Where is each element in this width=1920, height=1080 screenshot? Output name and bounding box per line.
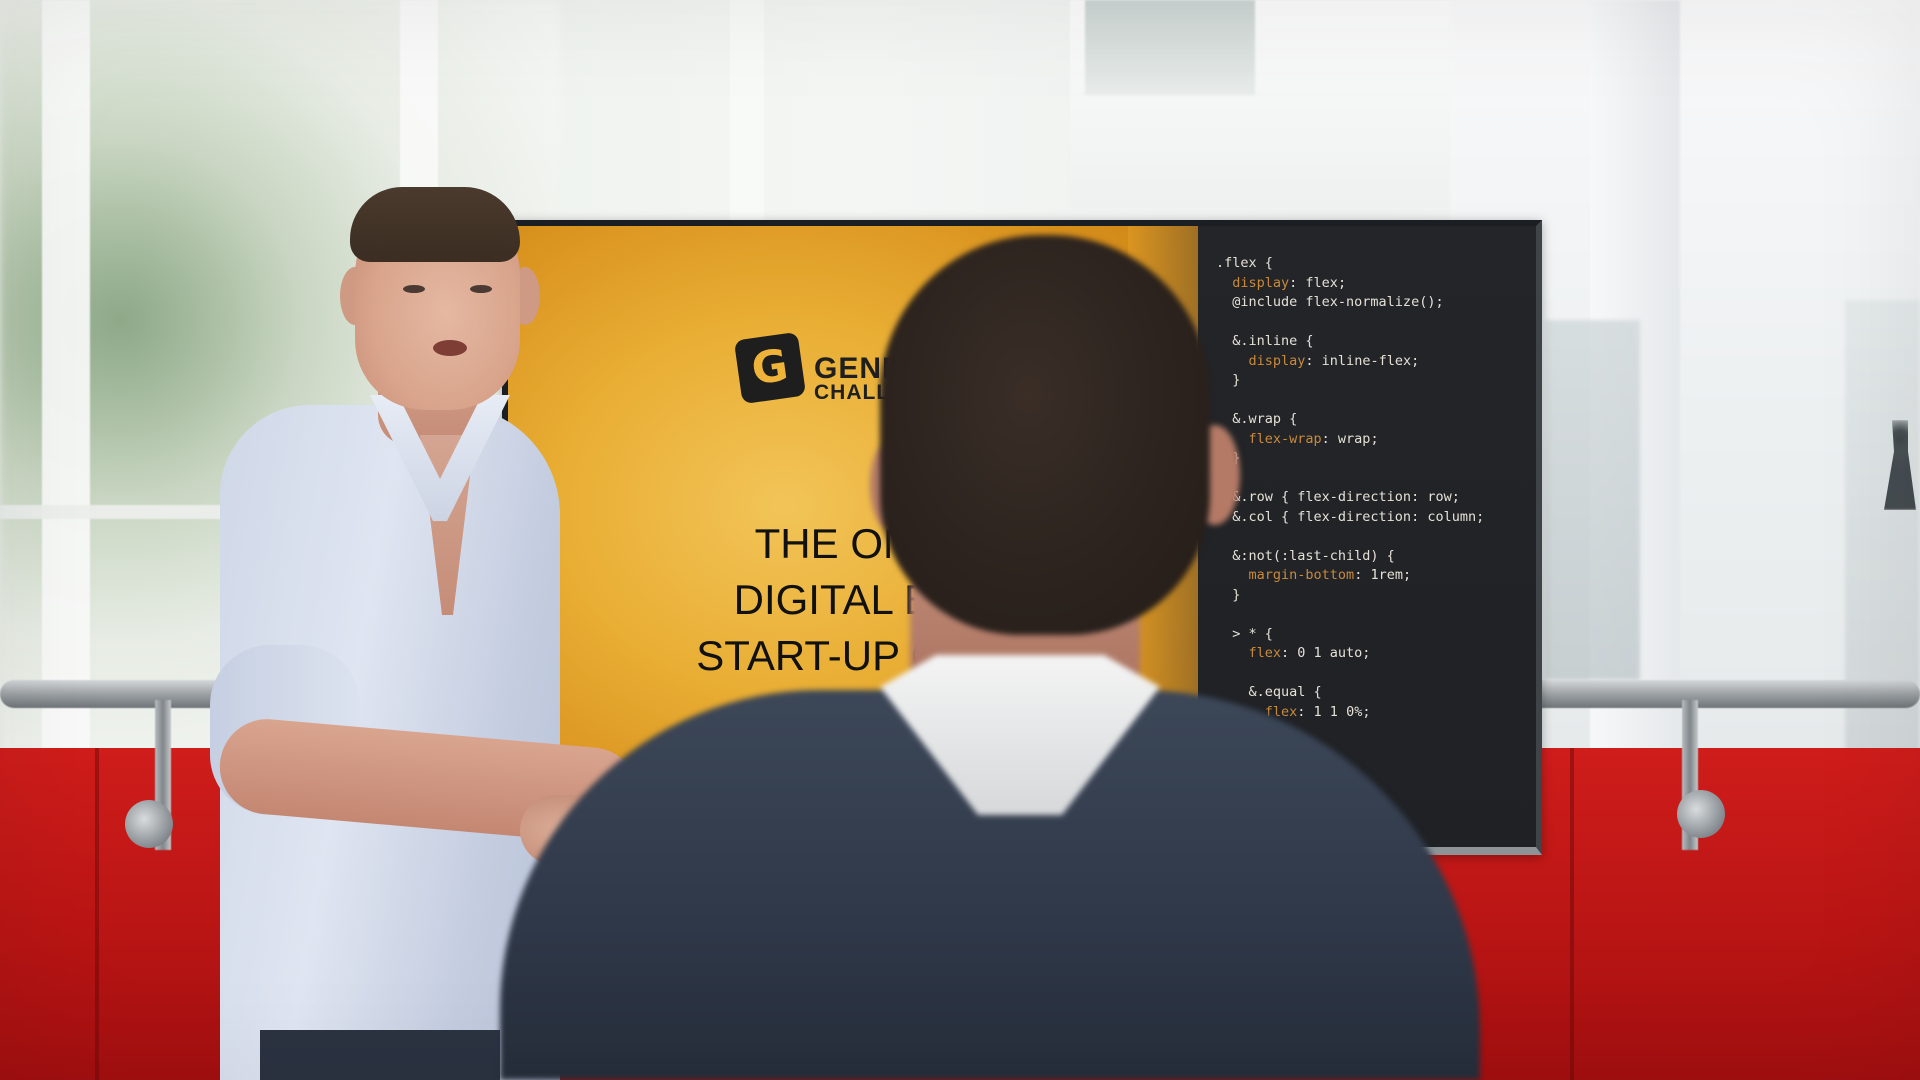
rail-bracket bbox=[1677, 790, 1725, 838]
window-frame bbox=[42, 0, 90, 760]
presenter-hair bbox=[350, 187, 520, 262]
upper-window bbox=[1085, 0, 1255, 95]
panel-seam bbox=[95, 748, 99, 1080]
audience-head bbox=[880, 235, 1210, 635]
rail-bracket bbox=[125, 800, 173, 848]
panel-seam bbox=[1570, 748, 1574, 1080]
presenter-eye bbox=[403, 285, 425, 293]
audience-member bbox=[500, 235, 1480, 1080]
presenter-eye bbox=[470, 285, 492, 293]
glass-panel bbox=[1545, 320, 1640, 680]
presenter-jeans bbox=[260, 1030, 500, 1080]
photo-scene: G GENESI CHALLENG THE ONE DIGITAL BU STA… bbox=[0, 0, 1920, 1080]
presenter-mouth bbox=[433, 340, 467, 356]
window-frame bbox=[730, 0, 764, 230]
